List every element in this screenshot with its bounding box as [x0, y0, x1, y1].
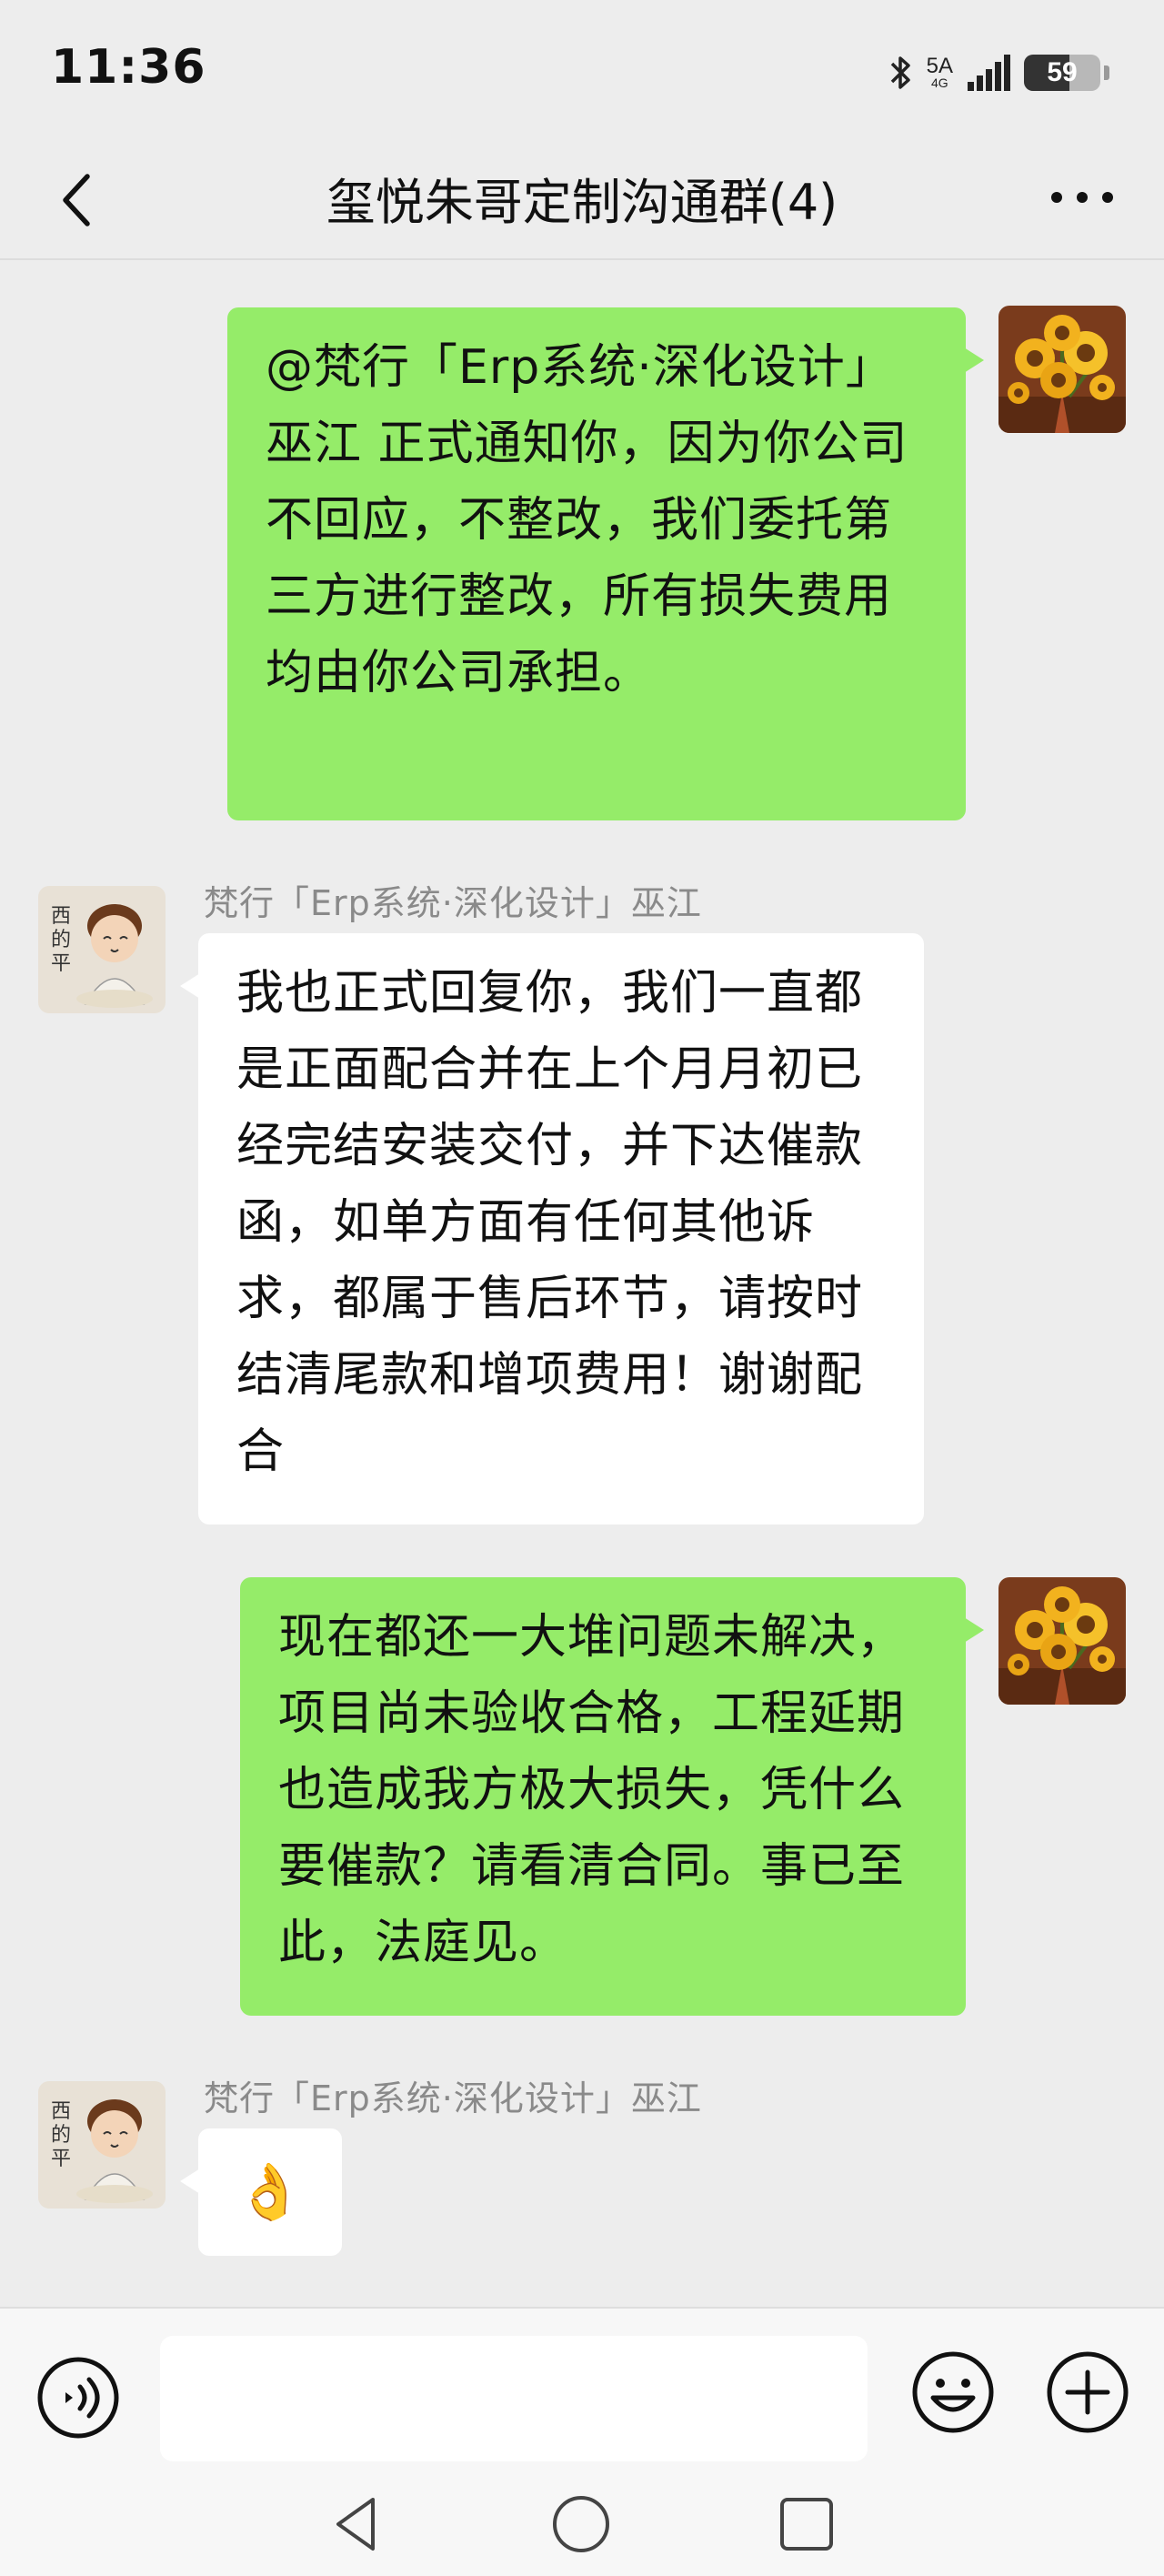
signal-icon — [968, 55, 1010, 91]
system-nav-bar — [0, 2467, 1164, 2576]
svg-text:平: 平 — [51, 952, 71, 975]
status-time: 11:36 — [51, 40, 206, 95]
message-text: 我也正式回复你，我们一直都是正面配合并在上个月月初已经完结安装交付，并下达催款函… — [236, 966, 864, 1479]
cartoon-avatar[interactable]: 西 的 平 — [38, 2081, 166, 2209]
nav-back-icon[interactable] — [326, 2492, 389, 2556]
more-dots-icon[interactable] — [1046, 175, 1119, 220]
sender-name: 梵行「Erp系统·深化设计」巫江 — [204, 2078, 702, 2118]
network-label: 5A 4G — [926, 54, 953, 90]
smiley-icon[interactable] — [909, 2349, 997, 2436]
nav-home-icon[interactable] — [549, 2492, 613, 2556]
status-bar: 11:36 5A 4G 59 — [0, 0, 1164, 136]
svg-text:西: 西 — [51, 2100, 71, 2123]
chat-title: 玺悦朱哥定制沟通群(4) — [326, 174, 838, 231]
message-bubble-received[interactable]: 我也正式回复你，我们一直都是正面配合并在上个月月初已经完结安装交付，并下达催款函… — [180, 933, 924, 1524]
message-bubble-sent[interactable]: @梵行「Erp系统·深化设计」巫江 正式通知你，因为你公司不回应，不整改，我们委… — [227, 307, 984, 820]
nav-recent-icon[interactable] — [775, 2492, 838, 2556]
battery-icon: 59 — [1024, 55, 1100, 91]
sunflower-avatar[interactable] — [998, 306, 1126, 433]
svg-text:西: 西 — [51, 905, 71, 928]
battery-level: 59 — [1047, 57, 1078, 87]
battery-nub — [1104, 65, 1109, 80]
bluetooth-icon — [890, 56, 910, 89]
svg-text:平: 平 — [51, 2148, 71, 2170]
input-bar — [0, 2307, 1164, 2467]
voice-icon[interactable] — [35, 2354, 122, 2441]
sender-name: 梵行「Erp系统·深化设计」巫江 — [204, 883, 702, 923]
network-sub: 4G — [930, 75, 948, 90]
message-input[interactable] — [160, 2336, 868, 2461]
message-text: @梵行「Erp系统·深化设计」巫江 正式通知你，因为你公司不回应，不整改，我们委… — [266, 340, 908, 700]
svg-text:的: 的 — [51, 2124, 71, 2147]
plus-icon[interactable] — [1044, 2349, 1131, 2436]
svg-text:的: 的 — [51, 929, 71, 951]
ok-hand-emoji: 👌 — [236, 2160, 305, 2224]
sunflower-avatar[interactable] — [998, 1577, 1126, 1705]
status-icons: 5A 4G 59 — [888, 47, 1109, 98]
network-type: 5A — [926, 54, 953, 78]
chat-header: 玺悦朱哥定制沟通群(4) — [0, 136, 1164, 260]
message-bubble-sent[interactable]: 现在都还一大堆问题未解决，项目尚未验收合格，工程延期也造成我方极大损失，凭什么要… — [240, 1577, 984, 2016]
cartoon-avatar[interactable]: 西 的 平 — [38, 886, 166, 1013]
message-bubble-received-emoji[interactable]: 👌 — [180, 2128, 342, 2256]
message-text: 现在都还一大堆问题未解决，项目尚未验收合格，工程延期也造成我方极大损失，凭什么要… — [278, 1610, 906, 1970]
